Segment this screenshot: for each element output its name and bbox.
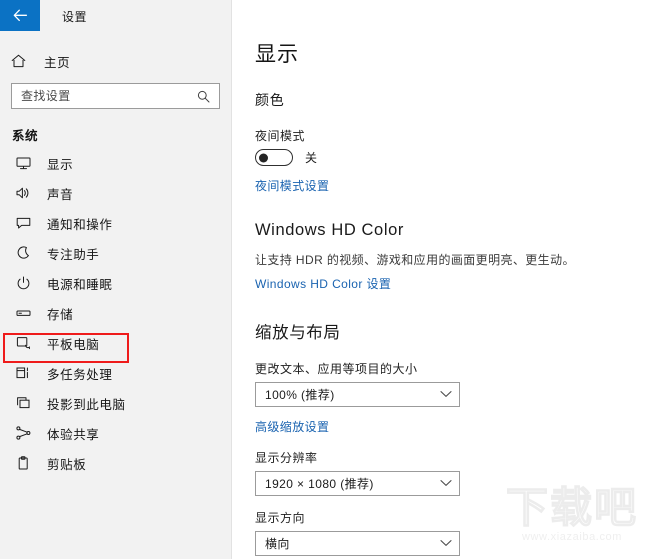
sidebar-item-multitasking[interactable]: 多任务处理 xyxy=(0,358,231,388)
sidebar: 设置 主页 系统 xyxy=(0,0,232,559)
notification-icon xyxy=(13,216,33,230)
back-arrow-icon xyxy=(13,9,27,22)
sidebar-nav-list: 显示 声音 通知和操作 专注助手 电源和睡眠 存储 平板电脑 多任务处理 投影到… xyxy=(0,148,231,478)
sidebar-item-shared-experiences-label: 体验共享 xyxy=(47,427,100,442)
text-size-value: 100% (推荐) xyxy=(265,387,335,402)
sidebar-item-display-label: 显示 xyxy=(47,157,74,172)
sidebar-item-sound[interactable]: 声音 xyxy=(0,178,231,208)
back-button[interactable] xyxy=(0,0,40,31)
sidebar-item-tablet[interactable]: 平板电脑 xyxy=(0,328,231,358)
advanced-scaling-link[interactable]: 高级缩放设置 xyxy=(255,418,329,435)
speaker-icon xyxy=(13,186,33,200)
sidebar-item-display[interactable]: 显示 xyxy=(0,148,231,178)
sidebar-section-header: 系统 xyxy=(12,129,39,143)
night-light-toggle[interactable] xyxy=(255,149,293,166)
hd-color-settings-link[interactable]: Windows HD Color 设置 xyxy=(255,275,391,292)
night-light-settings-link[interactable]: 夜间模式设置 xyxy=(255,177,329,194)
color-section-title: 颜色 xyxy=(255,92,285,108)
chevron-down-icon xyxy=(440,539,452,547)
project-icon xyxy=(13,396,33,410)
resolution-dropdown[interactable]: 1920 × 1080 (推荐) xyxy=(255,470,460,496)
sidebar-item-sound-label: 声音 xyxy=(47,187,74,202)
power-icon xyxy=(13,276,33,290)
sidebar-item-tablet-label: 平板电脑 xyxy=(47,337,100,352)
search-input[interactable] xyxy=(12,84,191,108)
sidebar-item-clipboard-label: 剪贴板 xyxy=(47,457,87,472)
sidebar-item-clipboard[interactable]: 剪贴板 xyxy=(0,448,231,478)
text-size-label: 更改文本、应用等项目的大小 xyxy=(255,361,418,376)
sidebar-item-shared-experiences[interactable]: 体验共享 xyxy=(0,418,231,448)
page-title: 显示 xyxy=(255,43,299,66)
sidebar-item-power-sleep[interactable]: 电源和睡眠 xyxy=(0,268,231,298)
storage-icon xyxy=(13,306,33,320)
chevron-down-icon xyxy=(440,479,452,487)
settings-window: 设置 主页 系统 xyxy=(0,0,650,559)
hd-color-link-en: Windows HD Color xyxy=(255,276,363,291)
moon-icon xyxy=(13,246,33,260)
chevron-down-icon xyxy=(440,390,452,398)
share-icon xyxy=(13,426,33,440)
sidebar-item-notifications-label: 通知和操作 xyxy=(47,217,113,232)
sidebar-item-notifications[interactable]: 通知和操作 xyxy=(0,208,231,238)
sidebar-item-project-to-pc[interactable]: 投影到此电脑 xyxy=(0,388,231,418)
search-box[interactable] xyxy=(11,83,220,109)
monitor-icon xyxy=(13,156,33,170)
content-pane: 显示 颜色 夜间模式 关 夜间模式设置 Windows HD Color 让支持… xyxy=(232,0,650,559)
hd-color-title: Windows HD Color xyxy=(255,221,404,239)
sidebar-item-project-to-pc-label: 投影到此电脑 xyxy=(47,397,126,412)
tablet-icon xyxy=(13,336,33,350)
watermark-sub-text: www.xiazaiba.com xyxy=(521,531,623,543)
search-icon[interactable] xyxy=(191,90,219,103)
sidebar-item-storage[interactable]: 存储 xyxy=(0,298,231,328)
toggle-knob xyxy=(259,153,268,162)
sidebar-item-focus-assist-label: 专注助手 xyxy=(47,247,100,262)
sidebar-item-power-sleep-label: 电源和睡眠 xyxy=(47,277,113,292)
sidebar-item-multitasking-label: 多任务处理 xyxy=(47,367,113,382)
resolution-value: 1920 × 1080 (推荐) xyxy=(265,476,374,491)
night-light-state: 关 xyxy=(305,151,318,165)
sidebar-item-storage-label: 存储 xyxy=(47,307,74,322)
sidebar-item-home[interactable]: 主页 xyxy=(0,44,231,78)
hd-color-description: 让支持 HDR 的视频、游戏和应用的画面更明亮、更生动。 xyxy=(255,253,575,267)
multitasking-icon xyxy=(13,366,33,380)
title-bar: 设置 xyxy=(0,0,231,32)
orientation-label: 显示方向 xyxy=(255,510,306,525)
sidebar-item-home-label: 主页 xyxy=(44,55,71,70)
text-size-dropdown[interactable]: 100% (推荐) xyxy=(255,381,460,407)
clipboard-icon xyxy=(13,456,33,470)
orientation-value: 横向 xyxy=(265,536,290,551)
home-icon xyxy=(11,54,33,68)
hd-color-link-zh: 设置 xyxy=(362,276,392,291)
night-light-row: 关 xyxy=(255,149,650,166)
orientation-dropdown[interactable]: 横向 xyxy=(255,530,460,556)
sidebar-item-focus-assist[interactable]: 专注助手 xyxy=(0,238,231,268)
scale-layout-title: 缩放与布局 xyxy=(255,323,341,342)
resolution-label: 显示分辨率 xyxy=(255,450,318,465)
window-title: 设置 xyxy=(62,9,88,24)
night-light-label: 夜间模式 xyxy=(255,129,306,143)
